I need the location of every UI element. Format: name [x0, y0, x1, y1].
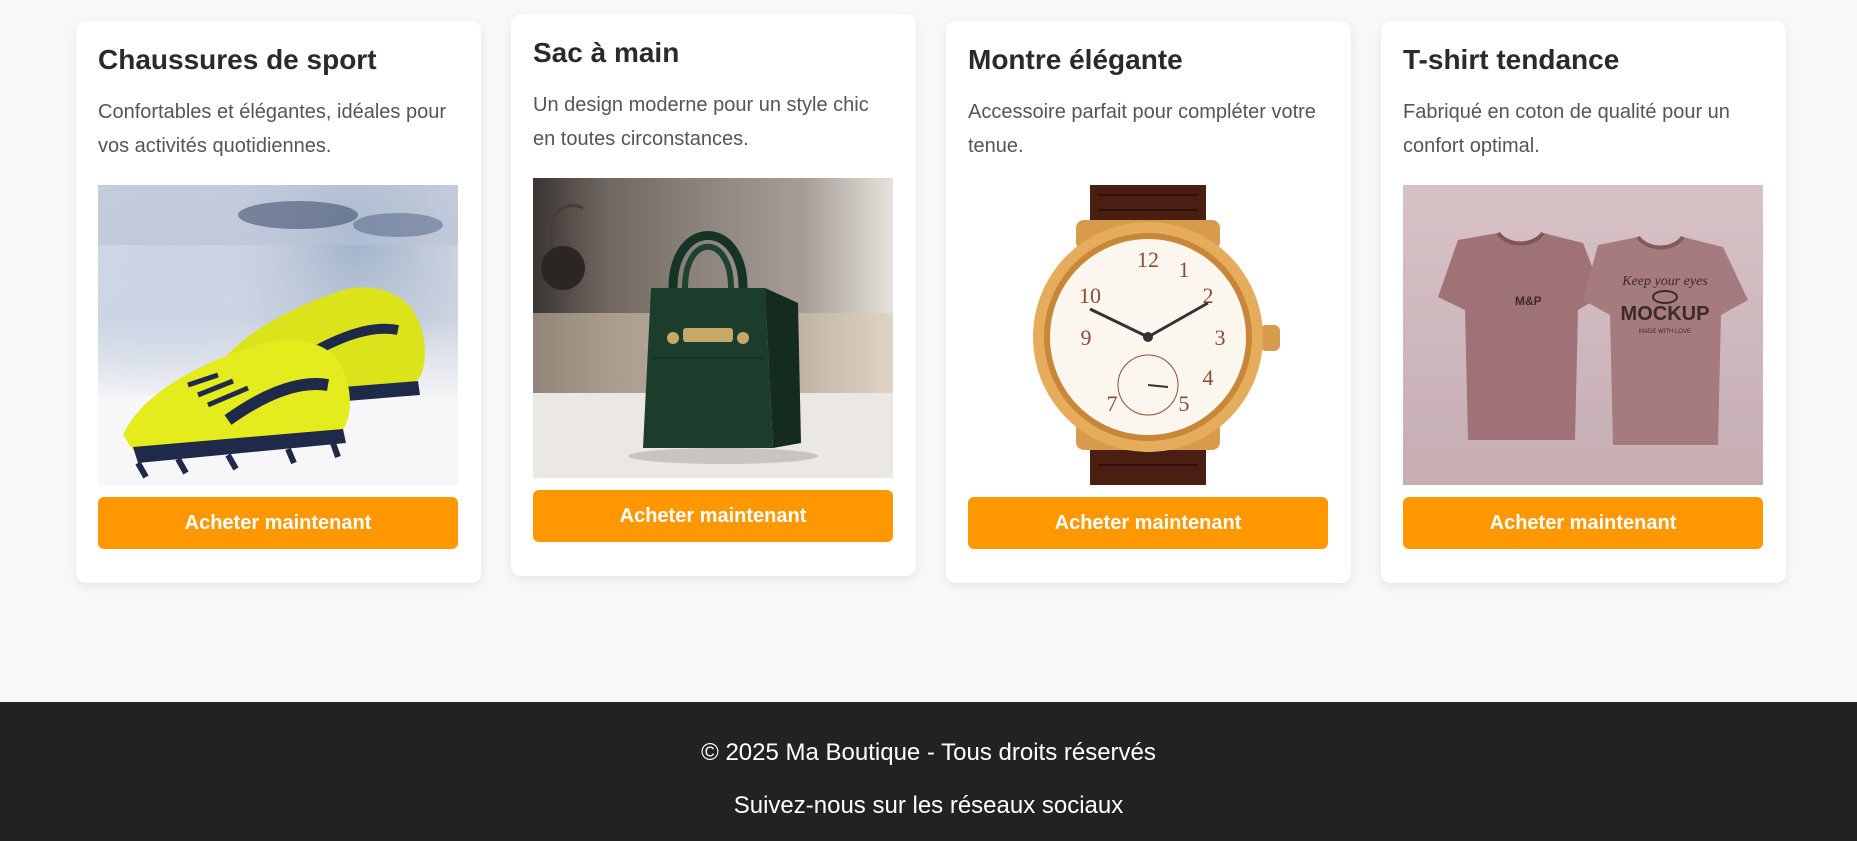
product-description: Un design moderne pour un style chic en … — [533, 94, 869, 150]
product-description: Fabriqué en coton de qualité pour un con… — [1403, 101, 1730, 157]
product-title: Montre élégante — [968, 44, 1183, 75]
buy-now-button[interactable]: Acheter maintenant — [968, 497, 1328, 549]
footer-social-text: Suivez-nous sur les réseaux sociaux — [733, 792, 1124, 819]
buy-now-button[interactable]: Acheter maintenant — [98, 497, 458, 549]
svg-text:M&P: M&P — [1515, 294, 1542, 308]
product-description: Accessoire parfait pour compléter votre … — [968, 101, 1316, 157]
product-card-watch: Montre élégante Accessoire parfait pour … — [946, 21, 1351, 583]
svg-text:9: 9 — [1081, 325, 1092, 350]
product-image-watch: 12 1 2 3 4 5 7 9 10 — [968, 185, 1328, 485]
product-title: T-shirt tendance — [1403, 44, 1620, 75]
product-image-shoes — [98, 185, 458, 485]
product-image-tshirt: M&P Keep your eyes MOCKUP MADE WITH LOVE — [1403, 185, 1763, 485]
product-card-shoes: Chaussures de sport Confortables et élég… — [76, 21, 481, 583]
svg-text:4: 4 — [1203, 365, 1214, 390]
svg-text:1: 1 — [1179, 257, 1190, 282]
product-image-handbag — [533, 178, 893, 478]
product-card-tshirt: T-shirt tendance Fabriqué en coton de qu… — [1381, 21, 1786, 583]
product-title: Chaussures de sport — [98, 44, 377, 75]
product-description: Confortables et élégantes, idéales pour … — [98, 101, 447, 157]
svg-text:10: 10 — [1079, 283, 1101, 308]
footer-copyright: © 2025 Ma Boutique - Tous droits réservé… — [701, 739, 1156, 766]
site-footer: © 2025 Ma Boutique - Tous droits réservé… — [0, 702, 1857, 841]
buy-now-button[interactable]: Acheter maintenant — [533, 490, 893, 542]
product-card-handbag: Sac à main Un design moderne pour un sty… — [511, 14, 916, 576]
product-grid: Chaussures de sport Confortables et élég… — [76, 0, 1786, 590]
buy-now-button[interactable]: Acheter maintenant — [1403, 497, 1763, 549]
svg-text:3: 3 — [1215, 325, 1226, 350]
svg-text:12: 12 — [1137, 247, 1159, 272]
product-title: Sac à main — [533, 37, 680, 68]
svg-text:Keep your eyes: Keep your eyes — [1621, 274, 1708, 289]
svg-text:MADE WITH LOVE: MADE WITH LOVE — [1639, 329, 1691, 335]
svg-text:5: 5 — [1179, 391, 1190, 416]
svg-text:MOCKUP: MOCKUP — [1621, 303, 1710, 325]
svg-text:7: 7 — [1107, 391, 1118, 416]
